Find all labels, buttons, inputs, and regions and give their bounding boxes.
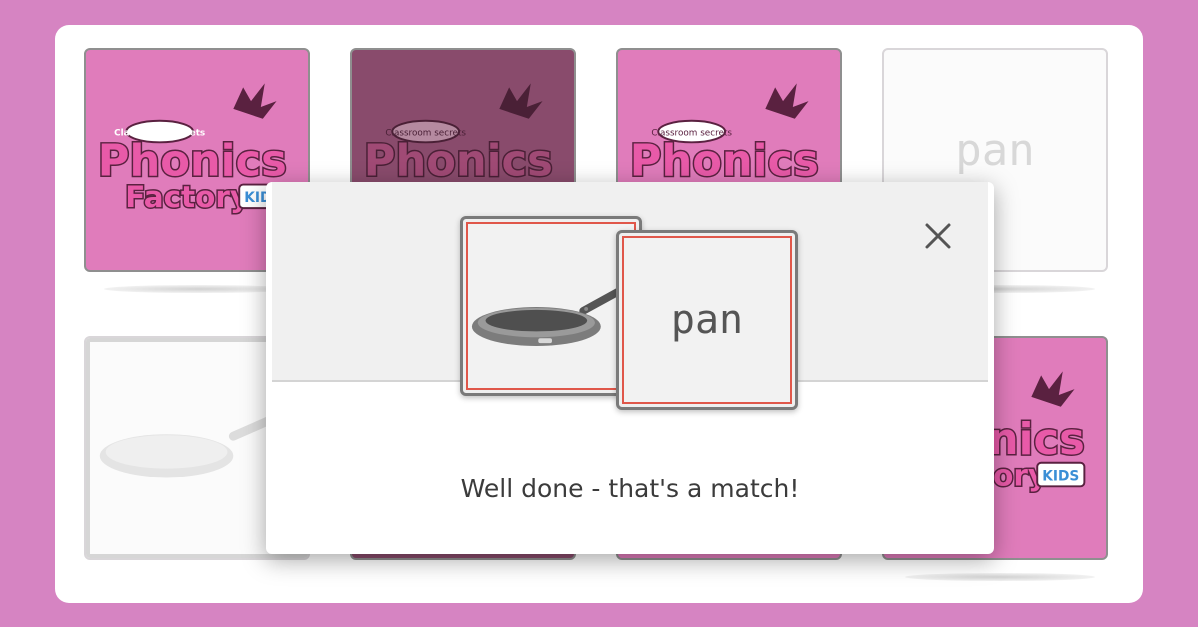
match-message: Well done - that's a match! [460,474,800,503]
logo-sub-text: Factory [125,180,249,214]
matched-card-highlight: pan [622,236,792,404]
logo-badge-text: KIDS [1042,468,1079,484]
card-shadow [905,573,1095,581]
close-icon [925,223,951,249]
close-button[interactable] [922,220,954,252]
matched-picture-card [460,216,642,396]
logo-main-text: Phonics [364,137,553,187]
match-dialog: pan Well done - that's a match! [266,182,994,554]
matched-word-card: pan [616,230,798,410]
matched-card-highlight [466,222,636,390]
logo-main-text: Phonics [630,137,819,187]
matched-word: pan [670,297,744,343]
frying-pan-icon [471,285,627,347]
